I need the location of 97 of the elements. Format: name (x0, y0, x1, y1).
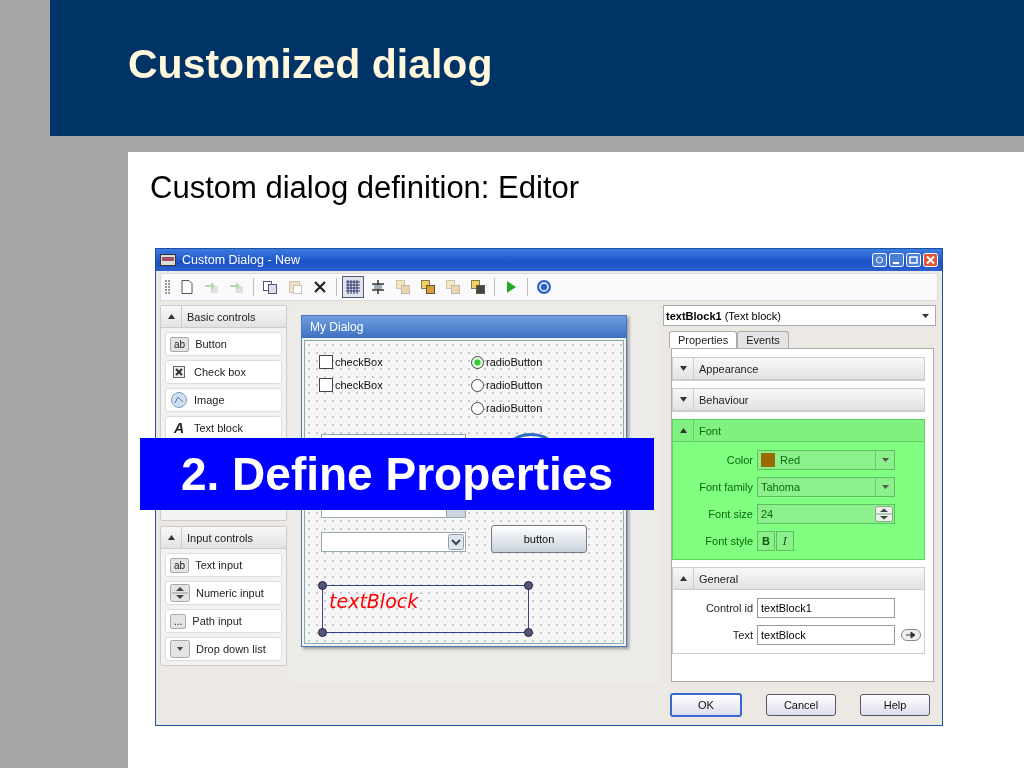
group-header[interactable]: Input controls (161, 527, 286, 549)
style-button[interactable]: B (757, 531, 775, 551)
checkbox[interactable] (319, 355, 333, 369)
toolbox-item[interactable]: Image (165, 388, 282, 412)
property-label: Color (725, 454, 753, 466)
object-name: textBlock1 (Text block) (666, 309, 781, 322)
grip-icon (165, 279, 170, 295)
dropdown-icon (170, 640, 190, 658)
item-label: Drop down list (196, 643, 266, 655)
radio-label: radioButton (486, 379, 543, 391)
section-title: Appearance (699, 362, 759, 375)
item-label: Image (194, 394, 225, 406)
section-header[interactable]: Behaviour (673, 389, 924, 411)
item-label: Check box (194, 366, 246, 378)
group-title: Basic controls (187, 310, 256, 323)
property-label: Control id (704, 602, 753, 614)
radio-button[interactable] (471, 355, 484, 369)
section-title: Behaviour (699, 393, 749, 406)
text-block-text: textBlock (329, 590, 419, 612)
minimize-icon[interactable] (889, 253, 904, 267)
button-icon: ab (170, 336, 190, 352)
checkbox-icon (170, 363, 188, 381)
text-input-icon: ab (170, 557, 190, 573)
text-field[interactable]: textBlock (757, 625, 895, 645)
spinner-icon (170, 584, 190, 602)
radio-button[interactable] (471, 378, 484, 392)
property-label: Font family (698, 481, 753, 493)
color-dropdown[interactable]: Red (757, 450, 895, 470)
property-label: Text (731, 629, 753, 641)
resize-handle[interactable] (524, 581, 533, 590)
chevron-icon (448, 534, 464, 550)
item-label: Button (195, 338, 227, 350)
caret-icon (881, 485, 889, 489)
toolbox-item[interactable]: ab Text input (165, 553, 282, 577)
collapse-icon (679, 428, 687, 433)
item-label: Numeric input (196, 587, 264, 599)
dialog-button[interactable]: Help (860, 694, 930, 716)
section-header[interactable]: Appearance (673, 358, 924, 380)
collapse-icon (679, 576, 687, 581)
radio-button[interactable] (471, 401, 484, 415)
spinner-icon[interactable] (875, 506, 893, 522)
ellipsis-icon: ... (170, 613, 187, 629)
item-label: Text block (194, 422, 243, 434)
form-title: My Dialog (302, 316, 626, 338)
window-title: Custom Dialog - New (182, 253, 302, 267)
tab[interactable]: Properties (669, 331, 738, 348)
text-field[interactable]: textBlock1 (757, 598, 895, 618)
resize-handle[interactable] (318, 628, 327, 637)
checkbox-label: checkBox (335, 356, 383, 368)
toolbox-item[interactable]: A Text block (165, 416, 282, 440)
maximize-icon[interactable] (906, 253, 921, 267)
window-icon (160, 254, 176, 266)
image-icon (170, 391, 188, 409)
resize-handle[interactable] (524, 628, 533, 637)
collapse-icon (167, 535, 175, 540)
callout-tooltip: 2. Define Properties (140, 438, 654, 510)
slide-subtitle: Custom dialog definition: Editor (150, 170, 581, 207)
number-field[interactable]: 24 (757, 504, 895, 524)
radio-label: radioButton (486, 356, 543, 368)
toolbox-item[interactable]: Drop down list (165, 637, 282, 661)
style-button[interactable]: I (776, 531, 794, 551)
toolbox-item[interactable]: Check box (165, 360, 282, 384)
arrow-button-icon[interactable] (901, 629, 921, 641)
section-title: Font (699, 424, 721, 437)
property-label: Font style (704, 535, 753, 547)
radio-label: radioButton (486, 402, 543, 414)
dropdown-field[interactable] (321, 532, 466, 552)
form-button[interactable]: button (491, 525, 587, 553)
section-header[interactable]: General (673, 568, 924, 590)
checkbox[interactable] (319, 378, 333, 392)
group-title: Input controls (187, 531, 254, 544)
expand-icon (679, 397, 687, 402)
section-title: General (699, 572, 739, 585)
grid-icon[interactable] (342, 276, 364, 298)
item-label: Path input (192, 615, 242, 627)
checkbox-label: checkBox (335, 379, 383, 391)
property-label: Font size (707, 508, 753, 520)
pin-icon[interactable] (872, 253, 887, 267)
resize-handle[interactable] (318, 581, 327, 590)
caret-icon (881, 458, 889, 462)
toolbox-item[interactable]: ab Button (165, 332, 282, 356)
letter-icon: A (170, 420, 188, 436)
font-dropdown[interactable]: Tahoma (757, 477, 895, 497)
expand-icon (679, 366, 687, 371)
toolbox-item[interactable]: Numeric input (165, 581, 282, 605)
object-selector[interactable]: textBlock1 (Text block) (663, 305, 936, 326)
item-label: Text input (195, 559, 243, 571)
close-icon[interactable] (923, 253, 938, 267)
tab[interactable]: Events (737, 331, 789, 348)
caret-icon (922, 313, 929, 318)
dialog-button[interactable]: OK (670, 693, 742, 717)
section-header[interactable]: Font (673, 420, 924, 442)
toolbox-item[interactable]: ... Path input (165, 609, 282, 633)
slide-title: Customized dialog (128, 40, 493, 88)
dialog-button[interactable]: Cancel (766, 694, 836, 716)
group-header[interactable]: Basic controls (161, 306, 286, 328)
collapse-icon (167, 314, 175, 319)
